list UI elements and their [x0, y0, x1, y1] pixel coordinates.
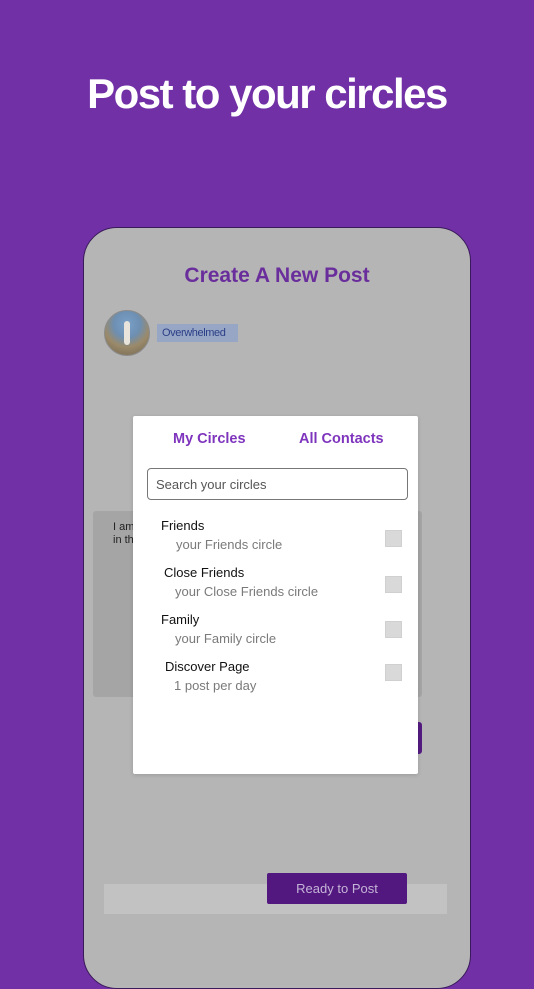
- circle-checkbox[interactable]: [385, 530, 402, 547]
- headline: Post to your circles: [87, 70, 448, 117]
- page-title: Create A New Post: [184, 264, 370, 287]
- circle-name: Close Friends: [164, 565, 245, 580]
- circle-description: your Close Friends circle: [175, 584, 319, 599]
- circles-modal: My Circles All Contacts Friends your Fri…: [133, 416, 418, 774]
- list-item-close-friends[interactable]: Close Friends your Close Friends circle: [133, 563, 418, 607]
- circle-description: your Family circle: [175, 631, 277, 646]
- tab-all-contacts[interactable]: All Contacts: [299, 431, 384, 447]
- circle-checkbox[interactable]: [385, 576, 402, 593]
- avatar-figure: [124, 321, 130, 345]
- circle-name: Friends: [161, 518, 205, 533]
- tab-my-circles[interactable]: My Circles: [173, 431, 246, 447]
- circle-name: Family: [161, 612, 200, 627]
- circle-checkbox[interactable]: [385, 621, 402, 638]
- circle-name: Discover Page: [165, 659, 250, 674]
- list-item-family[interactable]: Family your Family circle: [133, 610, 418, 654]
- ready-to-post-button[interactable]: Ready to Post: [267, 873, 407, 904]
- search-input[interactable]: [147, 468, 408, 500]
- circle-description: 1 post per day: [174, 678, 257, 693]
- circle-description: your Friends circle: [176, 537, 283, 552]
- list-item-friends[interactable]: Friends your Friends circle: [133, 516, 418, 560]
- avatar[interactable]: [104, 310, 150, 356]
- list-item-discover-page[interactable]: Discover Page 1 post per day: [133, 657, 418, 701]
- circle-checkbox[interactable]: [385, 664, 402, 681]
- mood-tag[interactable]: Overwhelmed: [157, 324, 238, 342]
